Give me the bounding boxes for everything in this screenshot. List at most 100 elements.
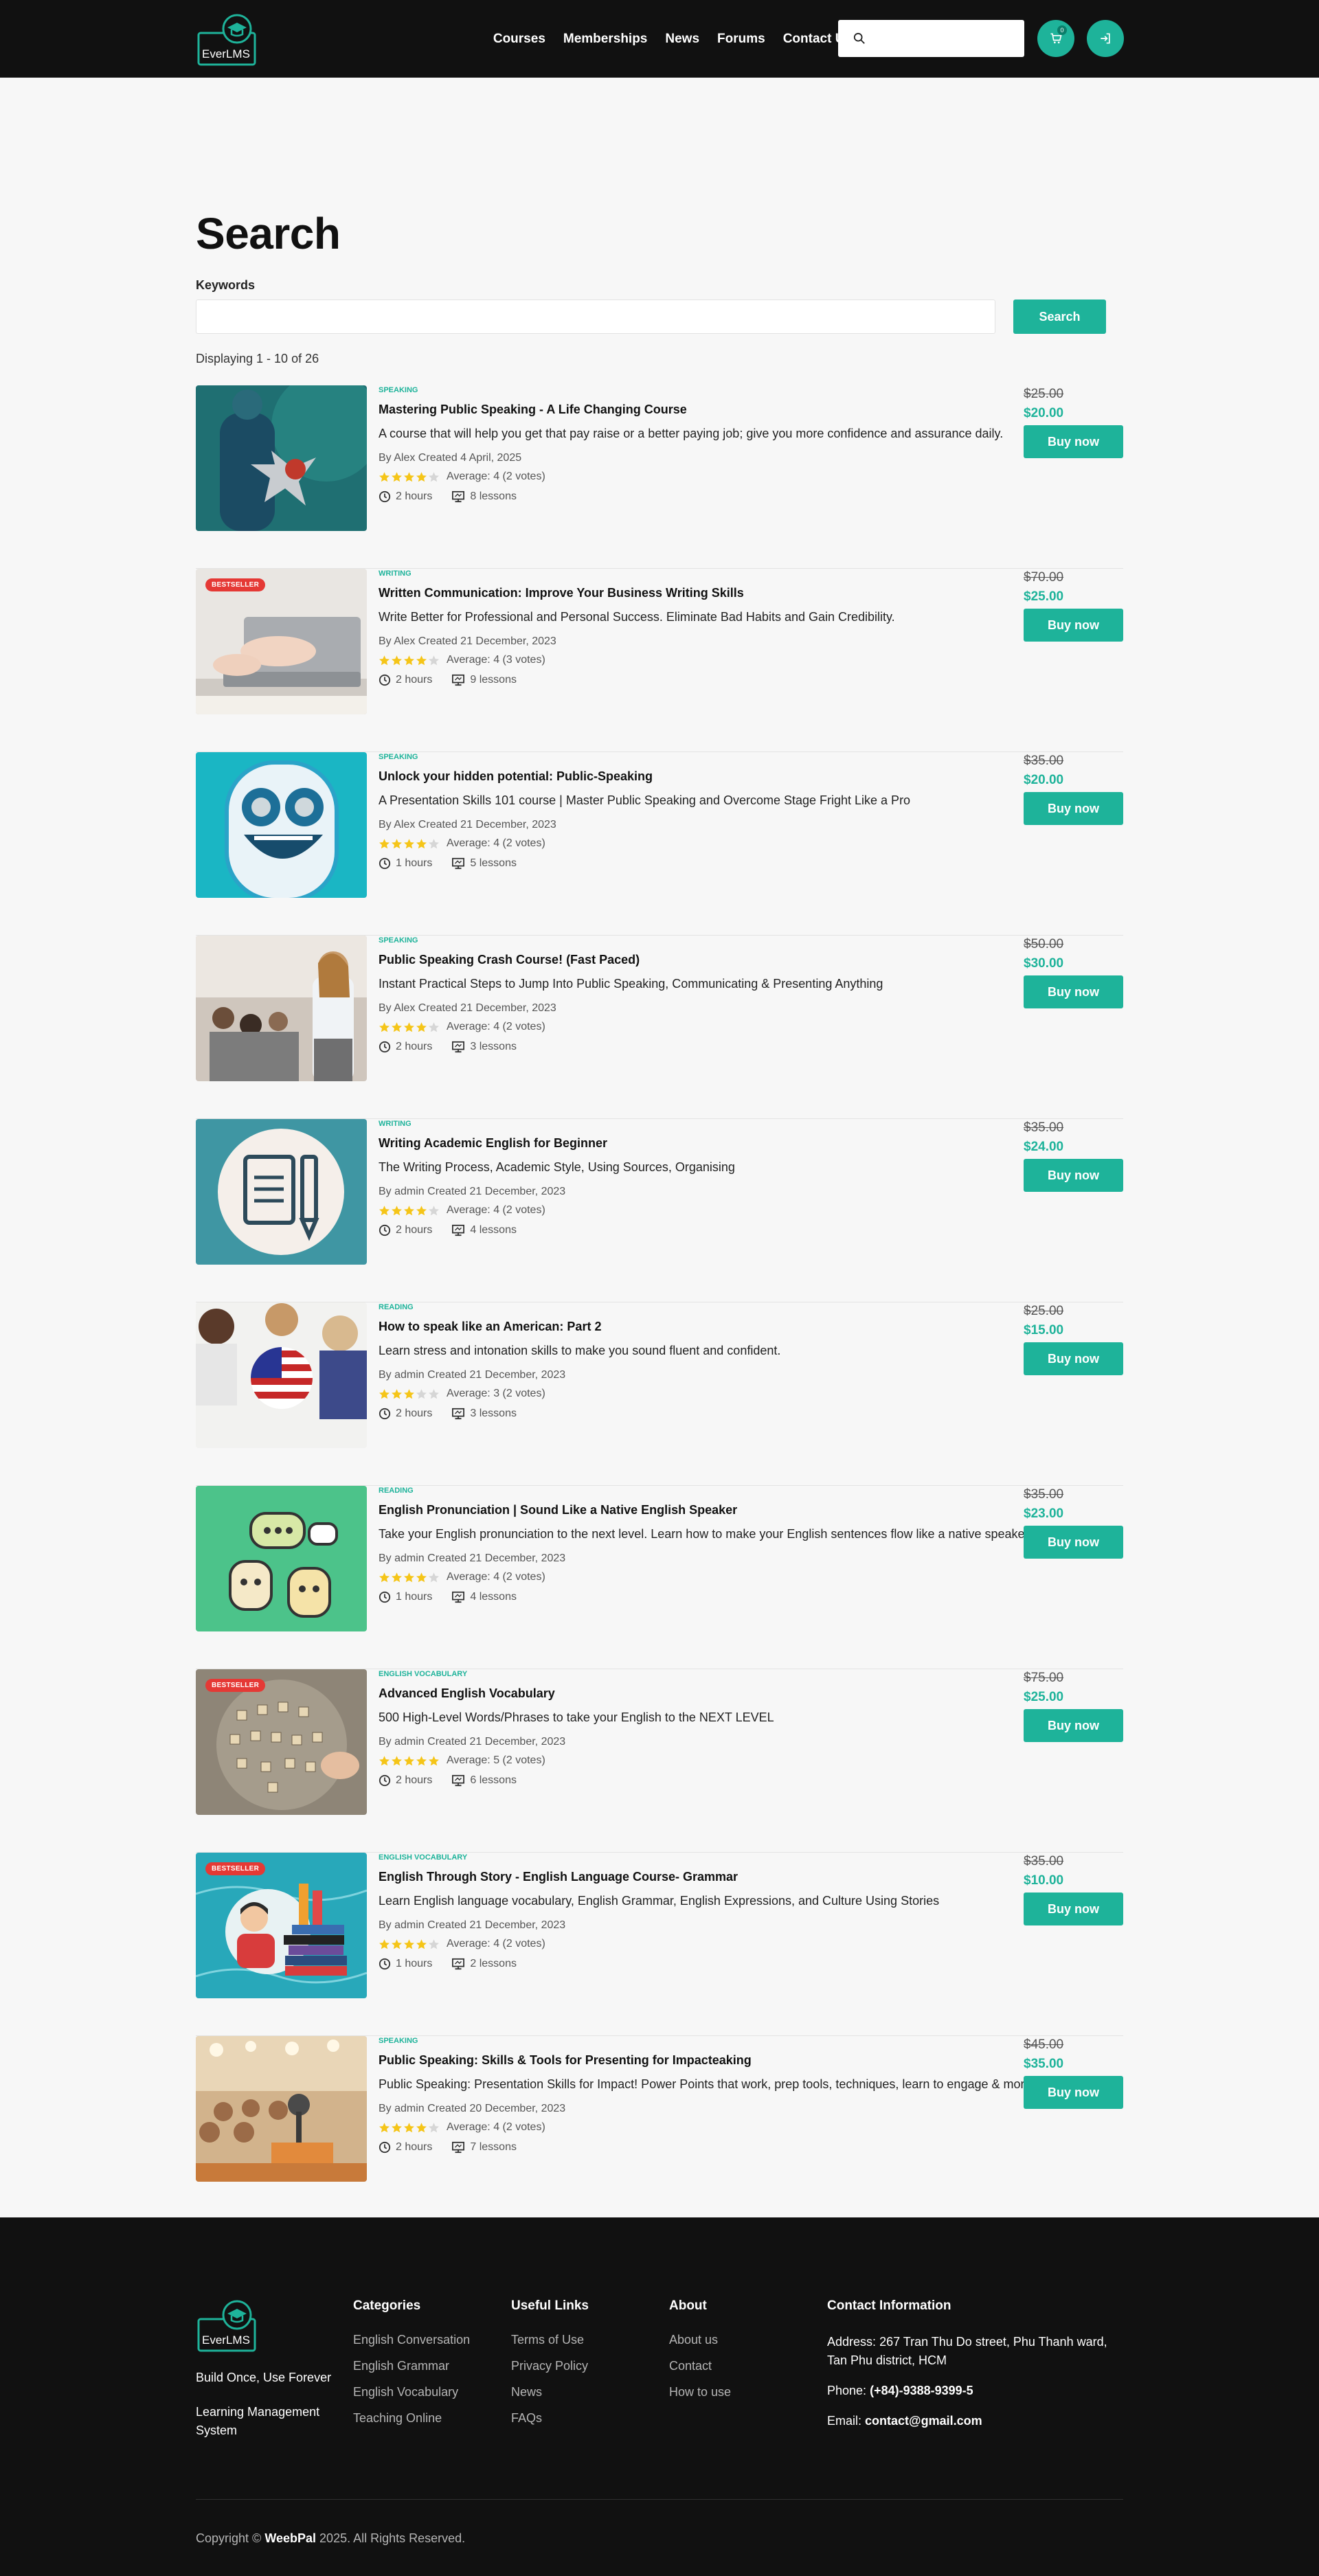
nav-news[interactable]: News bbox=[665, 32, 699, 47]
buy-now-button[interactable]: Buy now bbox=[1024, 792, 1123, 825]
star-filled-icon bbox=[379, 1388, 390, 1399]
nav-memberships[interactable]: Memberships bbox=[563, 32, 647, 47]
course-thumbnail[interactable] bbox=[196, 936, 367, 1081]
rating-stars[interactable] bbox=[379, 471, 440, 483]
rating-stars[interactable] bbox=[379, 1205, 440, 1217]
course-thumbnail-image bbox=[196, 385, 367, 531]
header-search[interactable] bbox=[838, 20, 1024, 57]
footer-link-english-conversation[interactable]: English Conversation bbox=[353, 2333, 470, 2347]
course-rating[interactable]: Average: 5 (2 votes) bbox=[379, 1754, 1210, 1767]
clock-icon bbox=[379, 1041, 391, 1053]
course-thumbnail[interactable] bbox=[196, 752, 367, 898]
course-stats: 1 hours 4 lessons bbox=[379, 1591, 1210, 1603]
course-lessons: 7 lessons bbox=[451, 2141, 517, 2154]
rating-text: Average: 4 (2 votes) bbox=[447, 1204, 545, 1216]
buy-now-button[interactable]: Buy now bbox=[1024, 1342, 1123, 1375]
buy-now-button[interactable]: Buy now bbox=[1024, 975, 1123, 1008]
footer-tagline: Build Once, Use Forever bbox=[196, 2371, 332, 2384]
footer-link-about-us[interactable]: About us bbox=[669, 2333, 731, 2347]
rating-stars[interactable] bbox=[379, 1021, 440, 1033]
footer-link-teaching-online[interactable]: Teaching Online bbox=[353, 2411, 470, 2426]
footer-link-contact[interactable]: Contact bbox=[669, 2359, 731, 2373]
phone-value[interactable]: (+84)-9388-9399-5 bbox=[870, 2384, 973, 2397]
course-pricing: $25.00 $15.00 Buy now bbox=[1024, 1302, 1123, 1375]
rating-stars[interactable] bbox=[379, 655, 440, 666]
course-thumbnail[interactable] bbox=[196, 1119, 367, 1265]
rating-text: Average: 4 (2 votes) bbox=[447, 1571, 545, 1583]
course-rating[interactable]: Average: 3 (2 votes) bbox=[379, 1388, 1210, 1400]
course-rating[interactable]: Average: 4 (2 votes) bbox=[379, 837, 1210, 850]
rating-text: Average: 3 (2 votes) bbox=[447, 1388, 545, 1399]
sale-price: $10.00 bbox=[1024, 1873, 1064, 1888]
original-price: $25.00 bbox=[1024, 1304, 1064, 1318]
buy-now-button[interactable]: Buy now bbox=[1024, 1709, 1123, 1742]
course-rating[interactable]: Average: 4 (2 votes) bbox=[379, 471, 1210, 483]
svg-text:EverLMS: EverLMS bbox=[202, 47, 250, 60]
footer-link-english-grammar[interactable]: English Grammar bbox=[353, 2359, 470, 2373]
course-thumbnail-image bbox=[196, 1302, 367, 1448]
footer-link-english-vocabulary[interactable]: English Vocabulary bbox=[353, 2385, 470, 2399]
buy-now-button[interactable]: Buy now bbox=[1024, 425, 1123, 458]
rating-stars[interactable] bbox=[379, 1939, 440, 1950]
footer-link-terms[interactable]: Terms of Use bbox=[511, 2333, 589, 2347]
course-item: WRITING Writing Academic English for Beg… bbox=[196, 1119, 1123, 1302]
footer-link-how-to-use[interactable]: How to use bbox=[669, 2385, 731, 2399]
rating-stars[interactable] bbox=[379, 1572, 440, 1583]
buy-now-button[interactable]: Buy now bbox=[1024, 609, 1123, 642]
rating-text: Average: 4 (3 votes) bbox=[447, 654, 545, 666]
course-thumbnail[interactable] bbox=[196, 1486, 367, 1631]
course-description: Learn English language vocabulary, Engli… bbox=[379, 1894, 940, 1908]
cart-button[interactable]: 0 bbox=[1037, 20, 1074, 57]
keywords-input[interactable] bbox=[196, 300, 995, 334]
course-rating[interactable]: Average: 4 (3 votes) bbox=[379, 654, 1210, 666]
star-filled-icon bbox=[416, 2122, 427, 2132]
everlms-logo[interactable]: EverLMS bbox=[196, 8, 258, 69]
email-value[interactable]: contact@gmail.com bbox=[865, 2414, 982, 2428]
login-button[interactable] bbox=[1087, 20, 1124, 57]
course-description: The Writing Process, Academic Style, Usi… bbox=[379, 1160, 735, 1174]
course-thumbnail[interactable] bbox=[196, 2036, 367, 2182]
site-footer: EverLMS Build Once, Use Forever Learning… bbox=[0, 2217, 1319, 2576]
site-header: EverLMS Courses Memberships News Forums … bbox=[0, 0, 1319, 78]
course-thumbnail[interactable]: BESTSELLER bbox=[196, 569, 367, 714]
star-filled-icon bbox=[404, 1205, 414, 1215]
search-button[interactable]: Search bbox=[1013, 300, 1106, 334]
lessons-text: 8 lessons bbox=[470, 490, 517, 502]
course-thumbnail[interactable]: BESTSELLER bbox=[196, 1669, 367, 1815]
rating-stars[interactable] bbox=[379, 1388, 440, 1400]
sale-price: $20.00 bbox=[1024, 406, 1064, 420]
footer-logo[interactable]: EverLMS bbox=[196, 2294, 258, 2355]
star-filled-icon bbox=[416, 1205, 427, 1215]
buy-now-button[interactable]: Buy now bbox=[1024, 1526, 1123, 1559]
buy-now-button[interactable]: Buy now bbox=[1024, 1159, 1123, 1192]
course-duration: 1 hours bbox=[379, 1958, 432, 1970]
course-rating[interactable]: Average: 4 (2 votes) bbox=[379, 1571, 1210, 1583]
course-rating[interactable]: Average: 4 (2 votes) bbox=[379, 1021, 1210, 1033]
course-thumbnail[interactable] bbox=[196, 1302, 367, 1448]
rating-stars[interactable] bbox=[379, 838, 440, 850]
copyright-prefix: Copyright © bbox=[196, 2531, 262, 2545]
course-item: SPEAKING Public Speaking: Skills & Tools… bbox=[196, 2036, 1123, 2219]
course-thumbnail-image bbox=[196, 752, 367, 898]
nav-forums[interactable]: Forums bbox=[717, 32, 765, 47]
buy-now-button[interactable]: Buy now bbox=[1024, 1893, 1123, 1925]
course-rating[interactable]: Average: 4 (2 votes) bbox=[379, 2121, 1210, 2134]
nav-courses[interactable]: Courses bbox=[493, 32, 545, 47]
buy-now-button[interactable]: Buy now bbox=[1024, 2076, 1123, 2109]
header-search-input[interactable] bbox=[874, 31, 1011, 46]
star-filled-icon bbox=[392, 1021, 402, 1032]
clock-icon bbox=[379, 490, 391, 503]
footer-link-privacy[interactable]: Privacy Policy bbox=[511, 2359, 589, 2373]
course-thumbnail[interactable]: BESTSELLER bbox=[196, 1853, 367, 1998]
rating-stars[interactable] bbox=[379, 2122, 440, 2134]
copyright-brand[interactable]: WeebPal bbox=[264, 2531, 316, 2545]
rating-stars[interactable] bbox=[379, 1755, 440, 1767]
course-thumbnail[interactable] bbox=[196, 385, 367, 531]
main-nav: Courses Memberships News Forums Contact … bbox=[493, 0, 852, 78]
footer-link-faqs[interactable]: FAQs bbox=[511, 2411, 589, 2426]
footer-link-news[interactable]: News bbox=[511, 2385, 589, 2399]
course-description: Learn stress and intonation skills to ma… bbox=[379, 1344, 781, 1357]
course-rating[interactable]: Average: 4 (2 votes) bbox=[379, 1204, 1210, 1217]
course-duration: 2 hours bbox=[379, 1774, 432, 1787]
course-rating[interactable]: Average: 4 (2 votes) bbox=[379, 1938, 1210, 1950]
